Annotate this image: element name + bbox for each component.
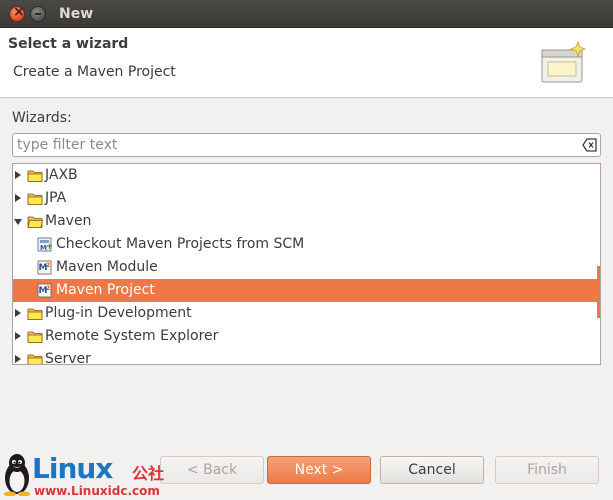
expand-arrow-icon[interactable] [15, 309, 21, 317]
folder-open-icon [27, 216, 43, 228]
filter-field [12, 133, 601, 157]
folder-icon [27, 354, 43, 364]
tree-item-label: Checkout Maven Projects from SCM [56, 236, 305, 252]
folder-icon [27, 170, 43, 182]
watermark-cjk: 公社 [132, 464, 165, 483]
banner-description: Create a Maven Project [13, 64, 176, 80]
folder-icon [27, 331, 43, 343]
tree-scrollbar[interactable] [597, 266, 600, 318]
tree-item-label: JPA [45, 190, 67, 206]
tree-item-label: Maven Project [56, 282, 155, 298]
svg-text:2: 2 [46, 262, 50, 269]
wizards-label: Wizards: [12, 110, 72, 126]
tree-item-label: Remote System Explorer [45, 328, 219, 344]
folder-icon [27, 193, 43, 205]
clear-filter-icon[interactable] [582, 138, 597, 152]
collapse-arrow-icon[interactable] [14, 219, 22, 225]
window-title: New [59, 6, 94, 22]
tree-item-checkout-maven[interactable]: M Checkout Maven Projects from SCM [13, 233, 600, 256]
tree-item-jpa[interactable]: JPA [13, 187, 600, 210]
tree-item-maven[interactable]: Maven [13, 210, 600, 233]
svg-text:2: 2 [46, 285, 50, 292]
expand-arrow-icon[interactable] [15, 332, 21, 340]
filter-input[interactable] [13, 134, 568, 156]
expand-arrow-icon[interactable] [15, 171, 21, 179]
expand-arrow-icon[interactable] [15, 194, 21, 202]
wizard-banner: Select a wizard Create a Maven Project [0, 28, 613, 98]
finish-button[interactable]: Finish [495, 456, 599, 484]
watermark-brand: Linux [32, 452, 113, 485]
close-window-button[interactable] [9, 4, 25, 22]
wizard-tree[interactable]: JAXB JPA Maven M Checkout Maven Projects… [12, 163, 601, 365]
maven-checkout-icon: M [37, 237, 52, 252]
minimize-window-button[interactable] [30, 6, 46, 22]
tree-item-maven-module[interactable]: M 2 Maven Module [13, 256, 600, 279]
tree-item-label: Maven [45, 213, 92, 229]
tree-item-label: Maven Module [56, 259, 158, 275]
watermark-url: www.Linuxidc.com [34, 484, 160, 498]
maven-module-icon: M 2 [37, 260, 52, 275]
banner-title: Select a wizard [8, 36, 129, 52]
tree-item-server[interactable]: Server [13, 348, 600, 365]
tree-item-label: Plug-in Development [45, 305, 192, 321]
tree-item-jaxb[interactable]: JAXB [13, 164, 600, 187]
tree-item-plugin-development[interactable]: Plug-in Development [13, 302, 600, 325]
title-bar: New [0, 0, 613, 28]
watermark: Linux 公社 www.Linuxidc.com [0, 444, 190, 500]
next-button[interactable]: Next > [267, 456, 371, 484]
tree-item-maven-project[interactable]: M 2 Maven Project [13, 279, 600, 302]
cancel-button[interactable]: Cancel [380, 456, 484, 484]
maven-project-icon: M 2 [37, 283, 52, 298]
penguin-logo-icon [4, 454, 30, 496]
tree-item-label: JAXB [45, 167, 78, 183]
new-wizard-icon [541, 40, 587, 83]
tree-item-label: Server [45, 351, 91, 365]
expand-arrow-icon[interactable] [15, 355, 21, 363]
svg-text:M: M [40, 244, 47, 252]
tree-item-remote-system-explorer[interactable]: Remote System Explorer [13, 325, 600, 348]
folder-icon [27, 308, 43, 320]
